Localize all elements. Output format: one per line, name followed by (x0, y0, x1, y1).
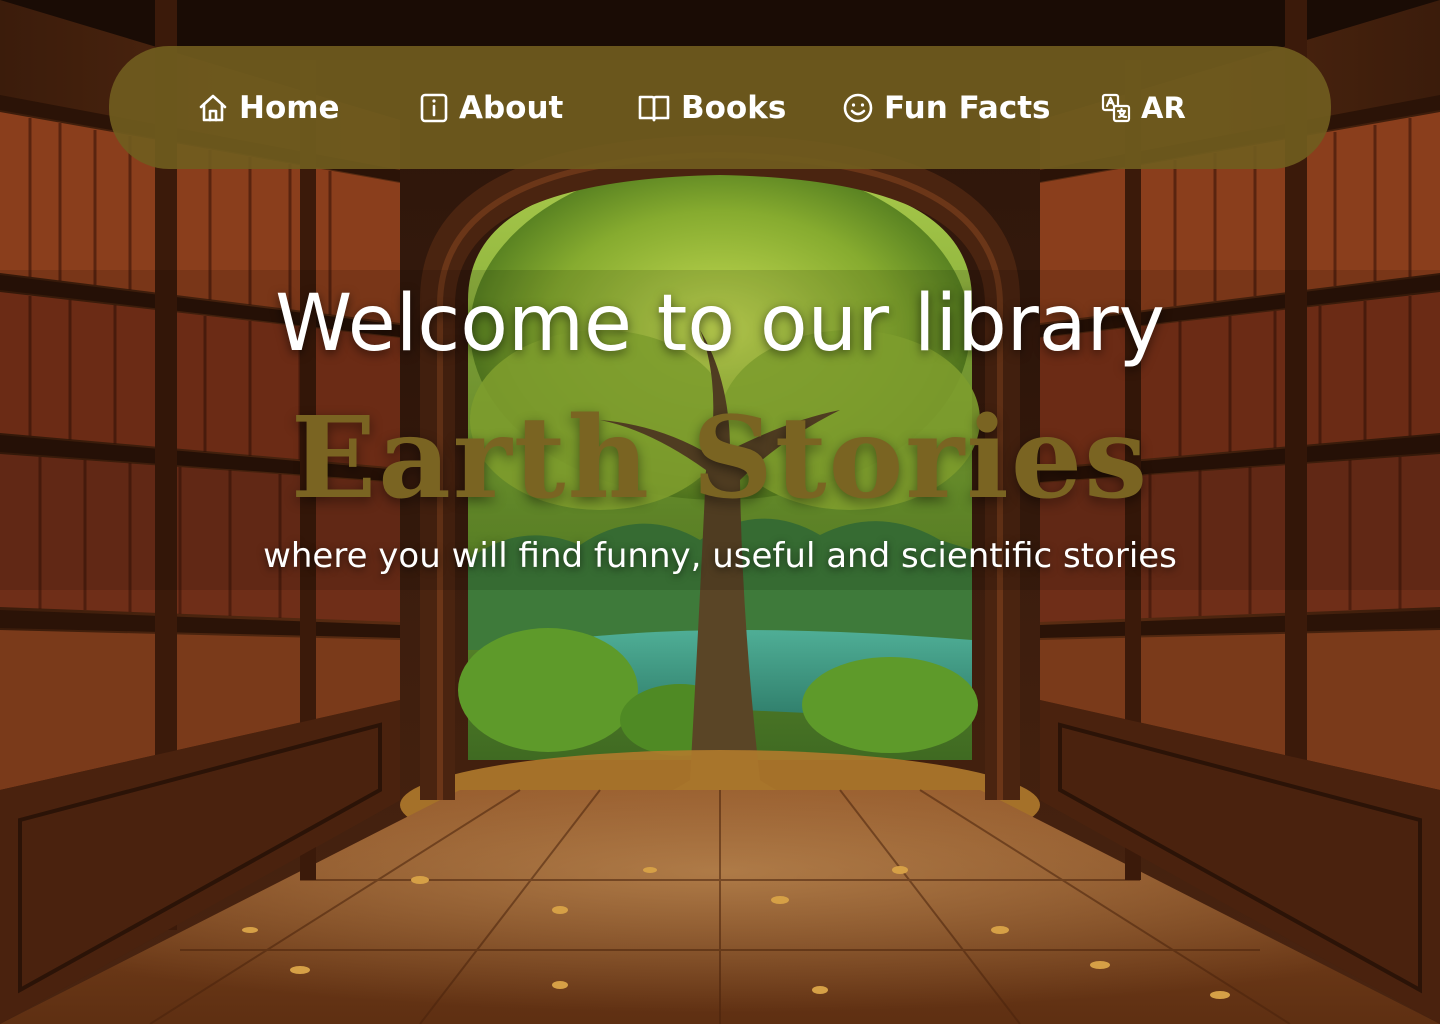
nav-about-link[interactable]: About (419, 46, 563, 169)
nav-about-label: About (459, 89, 564, 126)
language-switch-label: AR (1141, 90, 1186, 125)
book-icon (637, 93, 671, 123)
translate-icon (1101, 93, 1131, 123)
hero-brand-name: Earth Stories (290, 393, 1150, 524)
nav-fun-facts-link[interactable]: Fun Facts (842, 46, 1051, 169)
nav-fun-facts-label: Fun Facts (884, 89, 1051, 126)
home-icon (197, 92, 229, 124)
nav-books-link[interactable]: Books (637, 46, 786, 169)
main-navbar: Home About Books Fun Facts AR (109, 46, 1331, 169)
hero-tagline: where you will find funny, useful and sc… (263, 536, 1177, 576)
language-switch-button[interactable]: AR (1101, 46, 1186, 169)
nav-home-link[interactable]: Home (197, 46, 340, 169)
nav-books-label: Books (681, 89, 787, 126)
nav-home-label: Home (239, 89, 340, 126)
hero-title: Welcome to our library (275, 279, 1165, 369)
smiley-icon (842, 92, 874, 124)
info-icon (419, 92, 449, 124)
